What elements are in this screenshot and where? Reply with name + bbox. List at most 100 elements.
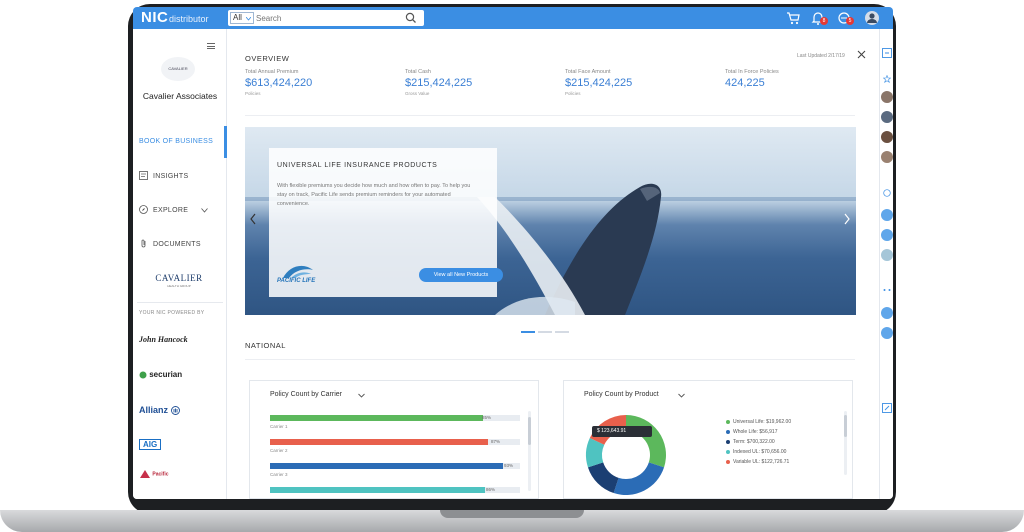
carrier-logo-aig[interactable]: AIG: [139, 439, 162, 450]
product-chart-card: Policy Count by Product $ 123,643.91 Uni…: [563, 380, 853, 499]
sidebar-item-insights[interactable]: INSIGHTS: [133, 166, 227, 186]
menu-icon[interactable]: [207, 43, 215, 49]
carrier-bar[interactable]: [270, 415, 483, 421]
stat-sub: Policies: [565, 91, 581, 96]
product-chart-scrollbar[interactable]: [844, 411, 847, 475]
notification-badge: 8: [820, 17, 828, 25]
search-filter-select[interactable]: All: [230, 12, 254, 24]
sidebar-item-book-of-business[interactable]: BOOK OF BUSINESS: [133, 126, 227, 158]
product-donut-chart: [586, 415, 666, 495]
contact-avatar[interactable]: [881, 111, 893, 123]
insights-icon: [139, 171, 148, 180]
rail-action-button[interactable]: [881, 209, 893, 221]
carousel-prev-icon[interactable]: [249, 213, 257, 225]
legend-swatch: [726, 439, 730, 444]
legend-label: Indexed UL: $70,656.00: [733, 449, 787, 455]
bar-value-label: 85%: [482, 415, 492, 420]
rail-action-button[interactable]: [881, 327, 893, 339]
view-all-products-button[interactable]: View all New Products: [419, 268, 503, 282]
cart-icon[interactable]: [785, 10, 801, 26]
star-icon[interactable]: [883, 75, 891, 83]
legend-label: Universal Life: $19,962.00: [733, 419, 792, 425]
carrier-name: Allianz: [139, 405, 169, 415]
user-avatar-icon[interactable]: [864, 10, 880, 26]
banner-title: UNIVERSAL LIFE INSURANCE PRODUCTS: [277, 162, 438, 169]
chevron-down-icon: [246, 17, 251, 21]
legend-swatch: [726, 419, 730, 424]
divider: [245, 359, 855, 360]
legend-label: Variable UL: $122,726.71: [733, 459, 790, 465]
carrier-bar[interactable]: [270, 487, 485, 493]
legend-item-universal-life[interactable]: Universal Life: $19,962.00: [726, 419, 791, 425]
stat-sub: Policies: [245, 91, 261, 96]
more-icon[interactable]: [883, 287, 891, 293]
carrier-logo-pacific[interactable]: Pacific: [139, 469, 169, 479]
right-rail: [879, 29, 893, 499]
main-content: OVERVIEW Last Updated 2/17/19 Total Annu…: [227, 29, 879, 499]
contact-avatar[interactable]: [881, 91, 893, 103]
stat-label: Total Face Amount: [565, 69, 611, 75]
bar-category-label: Carrier 2: [270, 448, 288, 453]
sidebar-item-label: INSIGHTS: [153, 173, 189, 180]
carousel-dot[interactable]: [555, 331, 569, 333]
carousel-dot[interactable]: [521, 331, 535, 333]
stat-value: 424,225: [725, 77, 765, 89]
carousel-dots: [521, 320, 572, 333]
carousel-next-icon[interactable]: [843, 213, 851, 225]
legend-item-term[interactable]: Term: $700,322.00: [726, 439, 775, 445]
donut-slice[interactable]: [613, 462, 665, 495]
panel-toggle-icon[interactable]: [882, 48, 892, 58]
rail-action-button[interactable]: [881, 229, 893, 241]
carrier-logo-john-hancock[interactable]: John Hancock: [139, 335, 188, 344]
legend-item-whole-life[interactable]: Whole Life: $56,917: [726, 429, 777, 435]
stat-label: Total Annual Premium: [245, 69, 299, 75]
carrier-logo-securian[interactable]: securian: [139, 370, 182, 379]
legend-item-indexed-ul[interactable]: Indexed UL: $70,656.00: [726, 449, 786, 455]
carrier-logo-allianz[interactable]: Allianz: [139, 405, 180, 416]
allianz-eagle-icon: [170, 406, 180, 416]
agency-logo: CAVALIER: [161, 57, 195, 81]
close-icon[interactable]: [857, 50, 866, 59]
chevron-down-icon[interactable]: [678, 392, 685, 399]
carrier-chart-scrollbar[interactable]: [528, 411, 531, 491]
rail-action-button[interactable]: [881, 307, 893, 319]
stat-sub: Gross Value: [405, 91, 430, 96]
agency-name: Cavalier Associates: [142, 91, 218, 101]
sidebar: CAVALIER Cavalier Associates BOOK OF BUS…: [133, 29, 227, 499]
contact-avatar[interactable]: [881, 249, 893, 261]
stat-value: $215,424,225: [565, 77, 633, 89]
legend-item-variable-ul[interactable]: Variable UL: $122,726.71: [726, 459, 789, 465]
edit-icon[interactable]: [882, 403, 892, 413]
donut-slice[interactable]: [626, 415, 666, 468]
pacific-mark-icon: [140, 470, 150, 478]
powered-by-label: YOUR NIC POWERED BY: [139, 310, 205, 316]
last-updated: Last Updated 2/17/19: [797, 53, 845, 59]
contact-avatar[interactable]: [881, 131, 893, 143]
search-icon[interactable]: [404, 12, 418, 24]
carousel-dot[interactable]: [538, 331, 552, 333]
cavalier-brand-logo: CAVALIER: [155, 273, 203, 283]
securian-mark-icon: [139, 371, 147, 379]
chat-bubble-icon[interactable]: [883, 189, 891, 197]
search-input[interactable]: [256, 11, 402, 25]
contact-avatar[interactable]: [881, 151, 893, 163]
carrier-bar[interactable]: [270, 439, 488, 445]
carrier-name: securian: [149, 370, 183, 379]
sidebar-item-explore[interactable]: EXPLORE: [133, 200, 227, 220]
app-logo[interactable]: NIC: [141, 9, 168, 26]
carrier-bar-track: [270, 439, 520, 445]
banner-body: With flexible premiums you decide how mu…: [277, 183, 471, 207]
stat-label: Total In Force Policies: [725, 69, 779, 75]
scroll-thumb[interactable]: [844, 415, 847, 437]
pacific-life-logo: PACIFIC LIFE: [277, 278, 316, 284]
legend-swatch: [726, 449, 730, 454]
carrier-chart-title: Policy Count by Carrier: [270, 391, 342, 398]
divider: [245, 115, 855, 116]
sidebar-item-documents[interactable]: DOCUMENTS: [133, 234, 227, 254]
carrier-bar[interactable]: [270, 463, 503, 469]
scroll-thumb[interactable]: [528, 417, 531, 445]
donut-slice[interactable]: [587, 462, 619, 494]
chevron-down-icon[interactable]: [358, 392, 365, 399]
legend-swatch: [726, 429, 730, 434]
app-logo-subtitle: distributor: [169, 14, 209, 24]
